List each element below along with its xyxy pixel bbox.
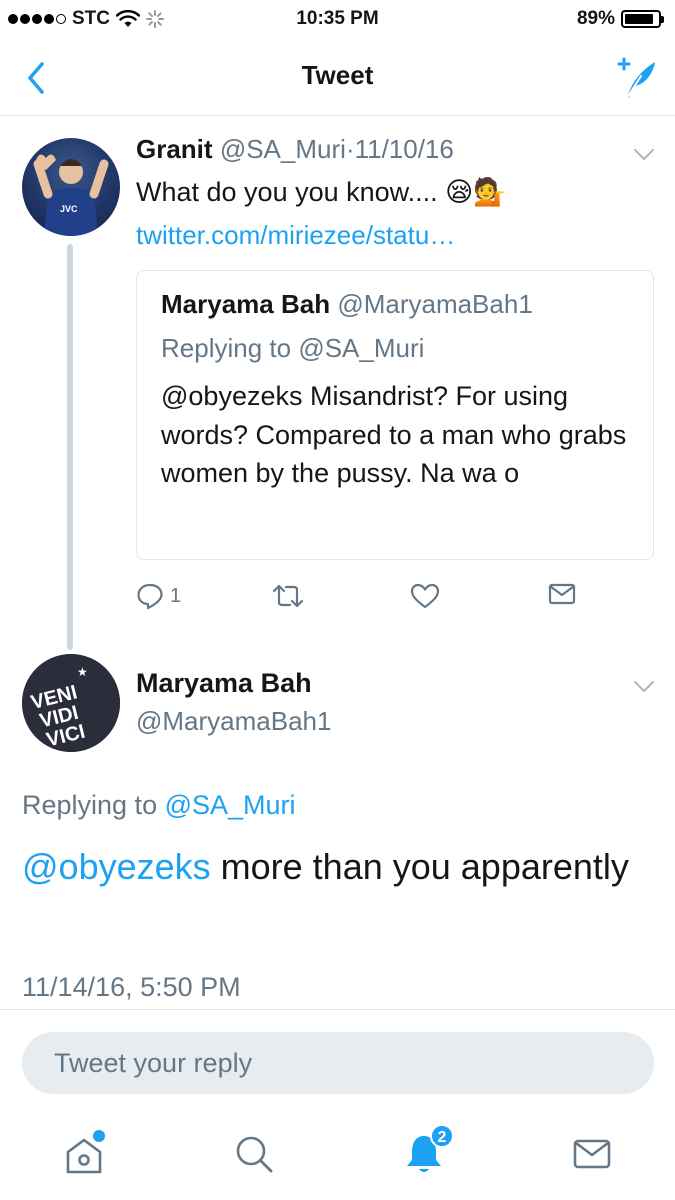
compose-tweet-icon[interactable] (611, 54, 659, 102)
author-handle[interactable]: @SA_Muri (220, 134, 346, 164)
tweet-actions: 1 (136, 582, 596, 618)
tweet-timestamp: 11/14/16, 5:50 PM (22, 972, 241, 1002)
reply-icon (137, 583, 163, 610)
quoted-author-handle: @MaryamaBah1 (337, 289, 533, 319)
svg-text:JVC: JVC (60, 204, 78, 214)
notification-badge: 2 (430, 1124, 454, 1148)
replying-prefix: Replying to (22, 790, 158, 820)
reply-button[interactable]: 1 (136, 582, 181, 610)
replying-to-handle[interactable]: @SA_Muri (165, 790, 296, 820)
focused-tweet: ★ VENI VIDI VICI Maryama Bah @MaryamaBah… (0, 646, 675, 1010)
quoted-replying-to: Replying to @SA_Muri (161, 333, 424, 364)
thread-connector-line (67, 244, 73, 650)
tab-home[interactable] (60, 1130, 108, 1178)
tweet-date: 11/10/16 (354, 134, 454, 164)
avatar-maryama-image: ★ VENI VIDI VICI (22, 654, 120, 752)
avatar-granit-image: JVC (33, 154, 109, 236)
meta-separator: · (345, 134, 355, 164)
search-icon (236, 1136, 273, 1173)
tab-messages[interactable] (568, 1130, 616, 1178)
avatar-maryama[interactable]: ★ VENI VIDI VICI (22, 654, 120, 752)
mention-link[interactable]: @obyezeks (22, 846, 211, 887)
reply-input[interactable] (22, 1032, 654, 1094)
author-name[interactable]: Maryama Bah (136, 668, 312, 699)
tweet-text: @obyezeks more than you apparently (22, 838, 642, 896)
quoted-tweet-header: Maryama Bah @MaryamaBah1 (161, 289, 533, 320)
svg-text:★: ★ (77, 665, 88, 679)
tweet-text-rest: more than you apparently (210, 846, 629, 887)
author-handle[interactable]: @MaryamaBah1 (136, 706, 331, 737)
battery-fill (625, 14, 654, 24)
replying-to-handle: @SA_Muri (298, 333, 425, 363)
like-button[interactable] (410, 582, 440, 610)
messages-icon (573, 1139, 611, 1169)
quoted-author-name: Maryama Bah (161, 289, 331, 319)
navigation-bar: Tweet (0, 40, 675, 116)
parent-tweet[interactable]: JVC Granit @SA_Muri·11/10/16 What do you… (0, 116, 675, 650)
retweet-button[interactable] (272, 582, 304, 610)
like-icon (410, 583, 440, 609)
chevron-down-icon[interactable] (633, 680, 655, 694)
status-right: 89% (576, 8, 664, 30)
reply-count: 1 (170, 584, 182, 607)
direct-message-button[interactable] (548, 582, 576, 606)
page-title: Tweet (301, 60, 374, 90)
tab-search[interactable] (230, 1130, 278, 1178)
quoted-tweet-text: @obyezeks Misandrist? For using words? C… (161, 381, 627, 488)
chevron-down-icon[interactable] (633, 148, 655, 162)
tab-notifications[interactable]: 2 (400, 1124, 454, 1178)
tweet-link[interactable]: twitter.com/miriezee/statu… (136, 220, 455, 251)
status-time: 10:35 PM (296, 8, 379, 29)
quoted-tweet[interactable]: Maryama Bah @MaryamaBah1 Replying to @SA… (136, 270, 654, 560)
replying-to: Replying to @SA_Muri (22, 790, 296, 821)
direct-message-icon (548, 583, 576, 605)
author-name[interactable]: Granit (136, 134, 213, 164)
avatar-granit[interactable]: JVC (22, 138, 120, 236)
battery-icon (621, 10, 664, 28)
parent-tweet-header: Granit @SA_Muri·11/10/16 (136, 134, 454, 165)
status-bar: STC 10:35 PM 89% (0, 0, 675, 40)
tab-bar: 2 (0, 1110, 675, 1200)
battery-percentage: 89% (576, 8, 615, 29)
retweet-icon (272, 584, 304, 608)
home-unread-dot (93, 1130, 105, 1142)
replying-prefix: Replying to (161, 333, 292, 363)
tweet-text: What do you you know.... 😪💁 (136, 177, 507, 207)
